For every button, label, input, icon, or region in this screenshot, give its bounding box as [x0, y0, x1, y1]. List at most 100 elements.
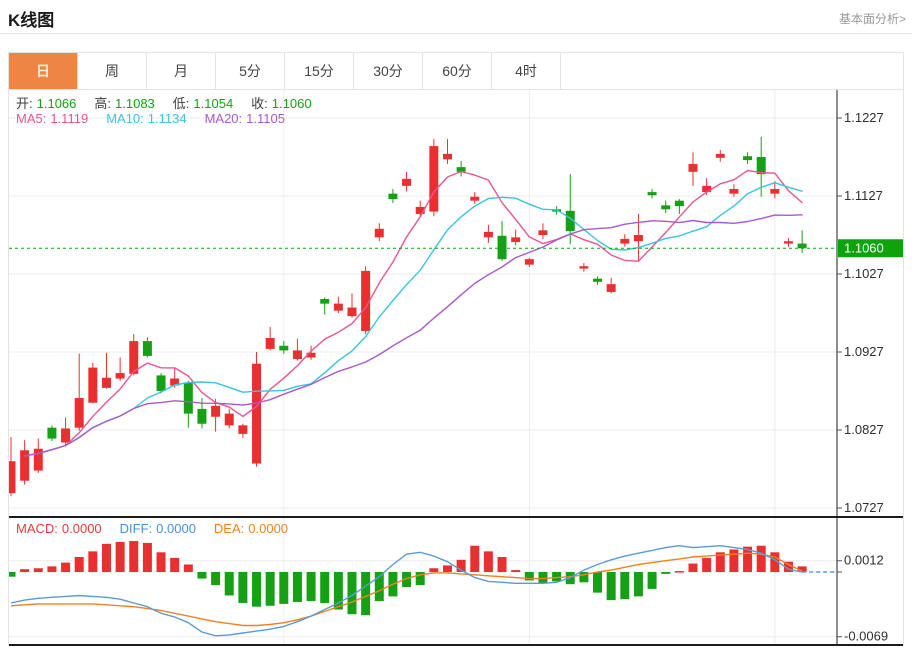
candle-body — [9, 461, 16, 493]
candle-body — [798, 244, 807, 249]
price-axis-label: 1.0927 — [844, 344, 884, 359]
candle-body — [116, 373, 125, 378]
macd-histogram-bar — [102, 544, 111, 572]
candle-body — [648, 192, 657, 195]
macd-chart[interactable]: 0.0012-0.0069 — [9, 518, 903, 644]
ma5-line — [25, 171, 802, 456]
kline-widget: 日周月5分15分30分60分4时 1.12271.11271.10271.092… — [8, 52, 904, 646]
candle-body — [634, 235, 643, 241]
macd-histogram-bar — [88, 551, 97, 572]
candle-body — [525, 259, 534, 264]
chart-bottom-border — [9, 644, 903, 646]
candle-body — [47, 428, 56, 439]
candle-body — [429, 146, 438, 212]
macd-histogram-bar — [157, 552, 166, 572]
macd-histogram-bar — [607, 572, 616, 600]
macd-histogram-bar — [470, 546, 479, 572]
macd-histogram-bar — [689, 564, 698, 572]
candle-body — [157, 375, 166, 391]
current-price-tag-label: 1.1060 — [844, 240, 884, 255]
macd-histogram-bar — [47, 566, 56, 572]
candle-body — [143, 341, 152, 356]
candle-body — [184, 382, 193, 413]
candle-body — [252, 364, 261, 464]
macd-histogram-bar — [648, 572, 657, 589]
macd-histogram-bar — [61, 563, 70, 572]
candlestick-chart[interactable]: 1.12271.11271.10271.09271.08271.07271.10… — [9, 90, 903, 516]
candle-body — [375, 229, 384, 238]
candle-body — [61, 428, 70, 442]
macd-histogram-bar — [538, 572, 547, 583]
candle-body — [620, 239, 629, 244]
candle-body — [498, 236, 507, 259]
candle-body — [238, 425, 247, 434]
candle-body — [607, 284, 616, 292]
macd-histogram-bar — [266, 572, 275, 606]
candle-body — [225, 414, 234, 426]
macd-histogram-bar — [184, 564, 193, 572]
candle-panel[interactable]: 1.12271.11271.10271.09271.08271.07271.10… — [9, 90, 903, 516]
price-axis-label: 1.0727 — [844, 500, 884, 515]
candle-body — [320, 299, 329, 304]
macd-histogram-bar — [116, 542, 125, 572]
candle-body — [279, 346, 288, 351]
macd-histogram-bar — [9, 572, 16, 577]
tab-4时[interactable]: 4时 — [492, 53, 561, 89]
macd-histogram-bar — [429, 568, 438, 572]
macd-histogram-bar — [634, 572, 643, 596]
candle-body — [88, 368, 97, 403]
macd-histogram-bar — [702, 558, 711, 572]
tab-月[interactable]: 月 — [147, 53, 216, 89]
candle-body — [538, 230, 547, 235]
macd-histogram-bar — [484, 551, 493, 572]
tab-15分[interactable]: 15分 — [285, 53, 354, 89]
candle-body — [511, 237, 520, 242]
candle-body — [579, 266, 588, 268]
ma10-line — [25, 183, 802, 456]
macd-histogram-bar — [238, 572, 247, 603]
candle-body — [729, 189, 738, 194]
price-axis-label: 1.1027 — [844, 266, 884, 281]
tab-60分[interactable]: 60分 — [423, 53, 492, 89]
macd-histogram-bar — [211, 572, 220, 585]
candle-body — [689, 164, 698, 172]
macd-histogram-bar — [197, 572, 206, 579]
candle-body — [470, 197, 479, 201]
macd-histogram-bar — [170, 558, 179, 572]
candle-body — [197, 409, 206, 424]
macd-histogram-bar — [129, 541, 138, 572]
candle-body — [266, 338, 275, 349]
candle-body — [334, 304, 343, 311]
tab-周[interactable]: 周 — [78, 53, 147, 89]
macd-histogram-bar — [143, 543, 152, 572]
macd-histogram-bar — [675, 571, 684, 573]
macd-histogram-bar — [293, 572, 302, 602]
macd-panel[interactable]: 0.0012-0.0069 MACD:0.0000DIFF:0.0000DEA:… — [9, 518, 903, 644]
candle-body — [675, 201, 684, 206]
candle-body — [75, 398, 84, 428]
macd-histogram-bar — [34, 568, 43, 572]
tab-5分[interactable]: 5分 — [216, 53, 285, 89]
macd-histogram-bar — [661, 572, 670, 574]
tab-30分[interactable]: 30分 — [354, 53, 423, 89]
macd-histogram-bar — [498, 557, 507, 572]
candle-body — [402, 179, 411, 186]
fundamental-analysis-link[interactable]: 基本面分析> — [839, 10, 906, 27]
macd-histogram-bar — [225, 572, 234, 595]
macd-histogram-bar — [443, 565, 452, 572]
macd-histogram-bar — [361, 572, 370, 615]
candle-body — [784, 241, 793, 243]
macd-histogram-bar — [620, 572, 629, 599]
candle-body — [484, 232, 493, 237]
macd-histogram-bar — [511, 570, 520, 572]
macd-histogram-bar — [279, 572, 288, 604]
macd-histogram-bar — [757, 546, 766, 572]
header-divider — [0, 33, 912, 34]
macd-histogram-bar — [320, 572, 329, 603]
ma20-line — [25, 215, 802, 456]
candle-body — [348, 308, 357, 317]
candle-body — [293, 350, 302, 359]
macd-histogram-bar — [20, 569, 29, 572]
price-axis-label: 1.1227 — [844, 110, 884, 125]
tab-日[interactable]: 日 — [9, 53, 78, 89]
